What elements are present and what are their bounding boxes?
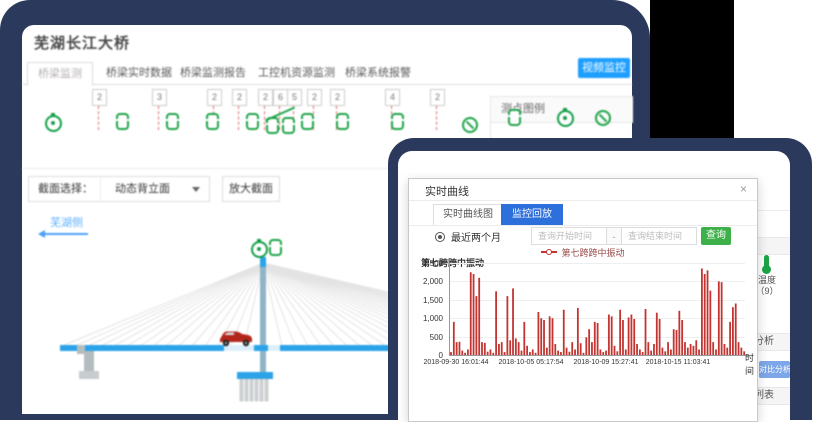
thermometer-icon [764,255,769,268]
black-backdrop [650,0,734,140]
link-sensor-icon[interactable] [282,117,295,134]
y-tick-label: 2,500 [409,259,443,268]
link-sensor-icon[interactable] [166,113,179,130]
link-sensor-icon[interactable] [391,113,404,130]
y-tick-label: 1,000 [409,314,443,323]
section-select[interactable]: 动态背立面 [100,177,209,201]
last-two-months-label: 最近两个月 [451,229,501,244]
link-sensor-icon[interactable] [301,113,314,130]
dashed-leader-line [264,106,265,130]
sensor-count-badge: 2 [232,89,247,106]
query-button[interactable]: 查询 [701,227,731,245]
sensor-count-badge: 6 [273,89,288,106]
sensor-count-badge: 2 [207,89,222,106]
section-select-value: 动态背立面 [115,183,170,195]
x-tick-label: 2018-10-05 05:17:54 [494,359,568,366]
range-separator: - [607,227,621,245]
link-sensor-icon[interactable] [206,113,219,130]
section-select-group: 截面选择： 动态背立面 [28,176,210,202]
disabled-sensor-icon[interactable] [462,117,478,133]
last-two-months-radio[interactable] [435,232,445,242]
query-end-time-input[interactable] [621,227,697,245]
tower-clock-icon [251,241,268,258]
sensor-count-badge: 2 [92,89,107,106]
y-tick-label: 1,500 [409,296,443,305]
sensor-count-badge: 2 [307,89,322,106]
sensor-count-badge: 2 [258,89,273,106]
link-sensor-icon[interactable] [336,113,349,130]
vibration-series [449,263,747,356]
realtime-curve-dialog: 实时曲线 × 实时曲线图 监控回放 最近两个月 - 查询 第七跨跨中振动 第七跨… [408,178,758,422]
x-tick-label: 2018-09-30 16:01:44 [419,359,493,366]
dashed-leader-line [158,106,159,130]
legend-marker-icon [541,251,557,253]
link-sensor-icon [508,109,521,126]
query-start-time-input[interactable] [531,227,607,245]
dialog-title: 实时曲线 [425,183,469,199]
sensor-count-badge: 3 [152,89,167,106]
clock-sensor-icon [557,110,574,127]
chevron-down-icon [192,187,200,192]
direction-label: 芜湖侧 [50,214,83,230]
sensor-count-badge: 2 [430,89,445,106]
dialog-header: 实时曲线 × [409,179,757,201]
y-tick-label: 2,000 [409,277,443,286]
compare-analysis-button[interactable]: 对比分析 [759,361,790,378]
close-icon[interactable]: × [740,182,747,196]
dashed-leader-line [279,106,280,130]
zoom-section-button[interactable]: 放大截面 [222,176,280,202]
dashed-leader-line [238,106,239,130]
clock-sensor-icon[interactable] [45,115,62,132]
sensor-count-badge: 5 [287,89,302,106]
x-tick-label: 2018-10-09 15:27:41 [569,359,643,366]
sensor-count-badge: 4 [385,89,400,106]
tab-realtime-curve[interactable]: 实时曲线图 [433,204,503,226]
tower-sensor-icons [249,238,289,256]
disabled-sensor-icon [595,110,611,126]
link-sensor-icon[interactable] [116,113,129,130]
tab-underline [409,225,757,226]
link-sensor-icon[interactable] [246,113,259,130]
x-axis-name: 时间 [745,351,757,377]
dashed-leader-line [436,106,437,130]
dashed-leader-line [98,106,99,130]
sensor-count-badge: 2 [330,89,345,106]
section-select-label: 截面选择： [29,177,100,201]
y-tick-label: 500 [409,333,443,342]
tab-monitor-playback[interactable]: 监控回放 [501,204,563,226]
tower-link-icon [269,239,282,256]
x-tick-label: 2018-10-15 11:03:41 [641,359,715,366]
legend-label: 第七跨跨中振动 [561,246,624,259]
